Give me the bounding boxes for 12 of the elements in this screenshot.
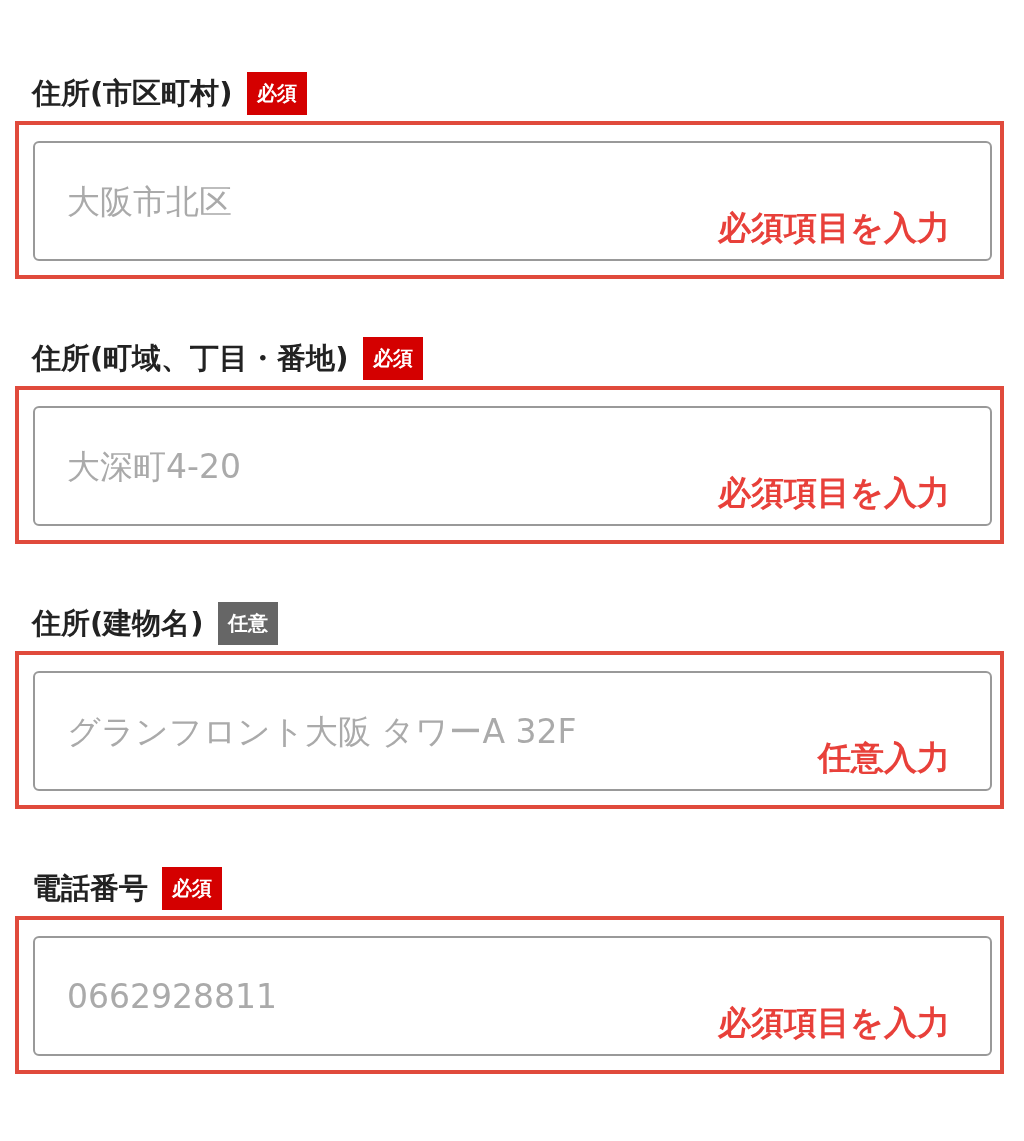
field-label: 住所(市区町村) [32,74,233,112]
field-badge: 必須 [246,72,307,115]
field-badge: 必須 [362,337,423,380]
field-badge: 任意 [217,602,278,645]
field-label: 住所(町域、丁目・番地) [32,339,349,377]
field-label: 電話番号 [32,869,148,907]
field-badge: 必須 [162,867,222,910]
field-label: 住所(建物名) [32,604,204,642]
annotation-text: 必須項目を入力 [718,472,950,514]
annotation-text: 必須項目を入力 [718,1002,950,1044]
annotation-text: 必須項目を入力 [718,207,950,249]
annotation-text: 任意入力 [818,737,950,779]
